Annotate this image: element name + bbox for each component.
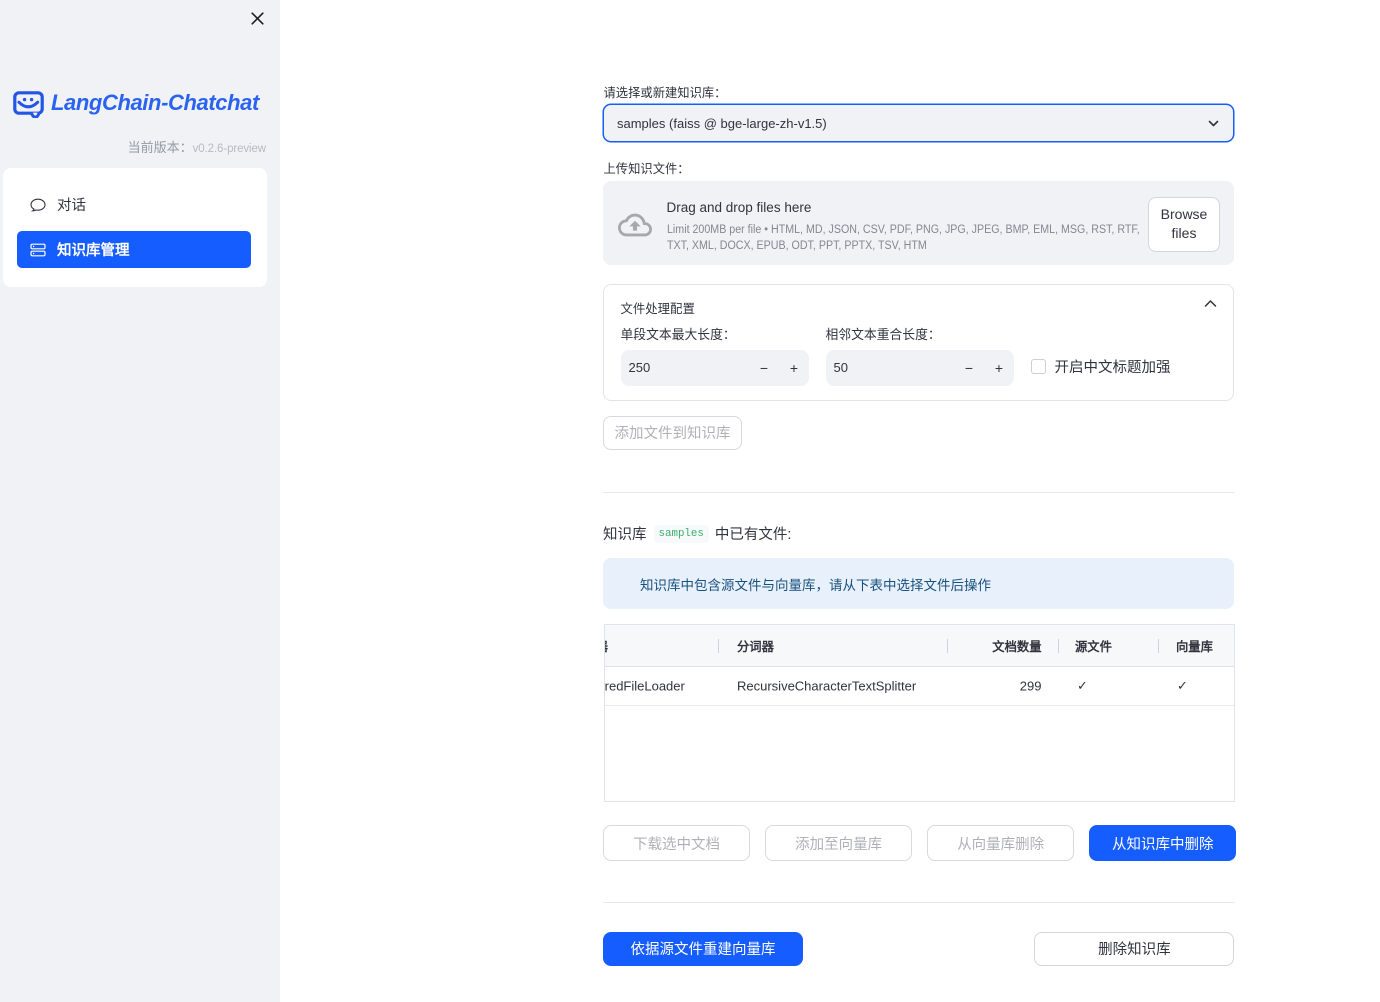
logo-text: LangChain-Chatchat xyxy=(51,90,259,115)
column-divider xyxy=(1158,639,1159,653)
files-table-row[interactable]: UnstructuredFileLoader RecursiveCharacte… xyxy=(604,667,1234,706)
divider xyxy=(603,901,1234,903)
column-divider xyxy=(1058,639,1059,653)
kb-files-heading: 知识库 samples 中已有文件: xyxy=(603,523,791,544)
version-info: 当前版本：v0.2.6-preview xyxy=(127,137,267,156)
column-divider xyxy=(718,639,719,653)
col-docs-header[interactable]: 文档数量 xyxy=(992,637,1041,655)
chunk-overlap-input[interactable]: 50 − + xyxy=(825,350,1014,386)
chunk-overlap-value: 50 xyxy=(833,360,848,376)
delete-from-vector-button[interactable]: 从向量库删除 xyxy=(927,825,1075,861)
main-content: 请选择或新建知识库： samples (faiss @ bge-large-zh… xyxy=(280,0,1380,1002)
chunk-overlap-minus-button[interactable]: − xyxy=(954,360,984,376)
sidebar: LangChain-Chatchat 当前版本：v0.2.6-preview 对… xyxy=(0,0,280,1002)
sidebar-item-label: 知识库管理 xyxy=(57,243,130,259)
app-logo: LangChain-Chatchat xyxy=(13,89,259,118)
download-doc-button[interactable]: 下载选中文档 xyxy=(603,825,750,861)
chunk-overlap-label: 相邻文本重合长度： xyxy=(825,326,941,342)
upload-label: 上传知识文件： xyxy=(603,161,690,176)
chunk-size-value: 250 xyxy=(628,360,651,376)
kb-selectbox-value: samples (faiss @ bge-large-zh-v1.5) xyxy=(617,115,827,131)
delete-from-kb-button[interactable]: 从知识库中删除 xyxy=(1089,825,1237,861)
chevron-down-icon xyxy=(1206,116,1221,131)
file-config-expander: 文件处理配置 单段文本最大长度： 相邻文本重合长度： 250 − + 50 − … xyxy=(603,283,1234,401)
kb-files-prefix: 知识库 xyxy=(603,527,647,543)
delete-kb-button[interactable]: 删除知识库 xyxy=(1034,931,1235,966)
chunk-size-plus-button[interactable]: + xyxy=(779,360,809,376)
cell-vector-check: ✓ xyxy=(1177,678,1188,693)
col-vector-header[interactable]: 向量库 xyxy=(1176,637,1213,655)
kb-select-label: 请选择或新建知识库： xyxy=(603,86,727,100)
cell-docs: 299 xyxy=(1019,678,1042,694)
version-value: v0.2.6-preview xyxy=(192,142,266,155)
info-alert-text: 知识库中包含源文件与向量库，请从下表中选择文件后操作 xyxy=(640,577,991,593)
app: LangChain-Chatchat 当前版本：v0.2.6-preview 对… xyxy=(0,0,1380,1002)
column-divider xyxy=(947,639,948,653)
col-splitter-header[interactable]: 分词器 xyxy=(737,637,774,655)
expander-title[interactable]: 文件处理配置 xyxy=(621,299,695,317)
kb-files-suffix: 中已有文件: xyxy=(714,527,792,543)
col-loader-header[interactable]: 文档加载器 xyxy=(605,637,609,655)
hdd-stack-icon xyxy=(30,242,46,258)
file-dropzone[interactable]: Drag and drop files here Limit 200MB per… xyxy=(603,181,1234,265)
zh-title-checkbox-label: 开启中文标题加强 xyxy=(1054,360,1171,376)
zh-title-checkbox-row: 开启中文标题加强 xyxy=(1030,356,1171,377)
sidebar-item-label: 对话 xyxy=(57,198,86,214)
chunk-size-label: 单段文本最大长度： xyxy=(620,326,736,342)
add-to-vector-button[interactable]: 添加至向量库 xyxy=(765,825,913,861)
kb-name-code: samples xyxy=(653,524,709,543)
sidebar-menu: 对话 知识库管理 xyxy=(3,168,267,287)
files-table-header: 文档加载器 分词器 文档数量 源文件 向量库 xyxy=(604,625,1234,667)
cell-splitter: RecursiveCharacterTextSplitter xyxy=(737,678,917,694)
dropzone-title: Drag and drop files here xyxy=(666,200,812,215)
sidebar-item-dialogue[interactable]: 对话 xyxy=(17,186,251,223)
chunk-size-minus-button[interactable]: − xyxy=(749,360,779,376)
info-alert: 知识库中包含源文件与向量库，请从下表中选择文件后操作 xyxy=(603,558,1234,609)
rebuild-vector-button[interactable]: 依据源文件重建向量库 xyxy=(603,931,803,966)
files-table[interactable]: 文档加载器 分词器 文档数量 源文件 向量库 UnstructuredFileL… xyxy=(603,624,1235,802)
sidebar-item-kb-management[interactable]: 知识库管理 xyxy=(17,231,251,268)
kb-selectbox[interactable]: samples (faiss @ bge-large-zh-v1.5) xyxy=(603,104,1234,142)
chat-icon xyxy=(30,197,46,213)
cell-loader: UnstructuredFileLoader xyxy=(604,678,685,694)
sidebar-close-icon[interactable] xyxy=(248,9,266,27)
divider xyxy=(603,492,1234,493)
cell-source-check: ✓ xyxy=(1077,678,1088,693)
col-source-header[interactable]: 源文件 xyxy=(1075,637,1112,655)
browse-files-button[interactable]: Browse files xyxy=(1148,196,1220,252)
chunk-overlap-plus-button[interactable]: + xyxy=(984,360,1014,376)
add-files-button[interactable]: 添加文件到知识库 xyxy=(603,415,742,450)
logo-chat-bubble-icon xyxy=(13,91,44,118)
chevron-up-icon[interactable] xyxy=(1204,299,1217,308)
version-label: 当前版本： xyxy=(127,139,193,155)
cloud-upload-icon xyxy=(617,208,652,242)
chunk-size-input[interactable]: 250 − + xyxy=(620,350,809,386)
zh-title-checkbox[interactable] xyxy=(1030,358,1046,375)
dropzone-limits: Limit 200MB per file • HTML, MD, JSON, C… xyxy=(666,222,1140,252)
